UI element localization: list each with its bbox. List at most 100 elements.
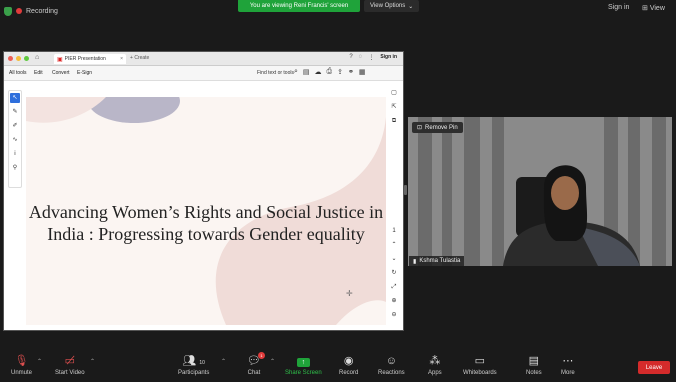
help-icon[interactable]: ? [349,54,352,61]
video-options-chevron-icon[interactable]: ⌃ [90,358,95,365]
reactions-label: Reactions [378,370,405,376]
leave-button[interactable]: Leave [638,361,670,374]
apps-grid-icon[interactable]: ⋮ [368,54,374,61]
fit-page-icon[interactable]: ⤢ [389,282,399,292]
app-menu-bar: All tools Edit Convert E-Sign Find text … [4,66,403,81]
grid-icon: ⊞ [642,5,648,12]
bell-icon[interactable]: ◌ [359,54,363,61]
microphone-muted-icon: 🎙︎ [14,355,29,367]
share-icon[interactable]: ⇪ [337,68,343,76]
draw-tool-icon[interactable]: ∿ [10,135,20,145]
share-panel-icon[interactable]: ⇱ [389,102,399,112]
participants-button[interactable]: 👥︎ 10 Participants [178,355,209,376]
view-button[interactable]: ⊞ View [642,4,665,12]
page-down-icon[interactable]: ⌄ [389,254,399,264]
browser-actions: ? ◌ ⋮ Sign in [349,54,397,61]
apps-label: Apps [428,370,442,376]
whiteboards-label: Whiteboards [463,370,497,376]
recording-label: Recording [26,7,58,15]
menu-all-tools[interactable]: All tools [9,70,27,76]
comment-tool-icon[interactable]: ✎ [10,107,20,117]
link-icon[interactable]: ⚭ [348,68,354,76]
participant-video[interactable] [408,117,672,266]
create-label: Create [134,55,150,61]
whiteboard-icon: ▭ [474,355,486,367]
apps-icon: ⁂ [429,355,441,367]
page-number-icon[interactable]: 1 [389,226,399,236]
more-label: More [561,370,575,376]
audio-options-chevron-icon[interactable]: ⌃ [37,358,42,365]
recording-indicator[interactable]: Recording [4,4,58,18]
zoom-out-icon[interactable]: ⊖ [389,310,399,320]
view-options-button[interactable]: View Options ⌄ [364,0,420,12]
menu-edit[interactable]: Edit [34,70,43,76]
record-icon: ◉ [343,355,354,367]
chat-icon: 💬︎ 1 [247,352,265,367]
chat-label: Chat [247,370,261,376]
reactions-button[interactable]: ☺ Reactions [378,355,405,376]
create-tab-button[interactable]: + Create [130,55,149,61]
whiteboards-button[interactable]: ▭ Whiteboards [463,355,497,376]
pdf-icon: ▣ [57,56,63,63]
cursor-icon: ✛ [346,289,353,298]
browser-sign-in[interactable]: Sign in [380,54,397,61]
menu-convert[interactable]: Convert [52,70,70,76]
notes-button[interactable]: ▤ Notes [526,355,542,376]
page-up-icon[interactable]: ⌃ [389,240,399,250]
more-button[interactable]: ⋯ More [561,355,575,376]
chevron-down-icon: ⌄ [408,3,414,10]
recording-dot-icon [16,8,22,14]
menu-esign[interactable]: E-Sign [77,70,92,76]
slide-title: Advancing Women’s Rights and Social Just… [28,202,384,244]
sign-in-button[interactable]: Sign in [608,4,629,11]
find-text-field[interactable]: Find text or tools [257,70,294,76]
rotate-icon[interactable]: ↻ [389,268,399,278]
participants-icon: 👥︎ 10 [182,355,205,367]
right-tool-panel: ▢ ⇱ ⧉ 1 ⌃ ⌄ ↻ ⤢ ⊕ ⊖ [387,82,401,328]
search-icon[interactable]: ⌕ [294,68,298,76]
signal-bars-icon: ▮ [413,258,417,265]
record-button[interactable]: ◉ Record [339,355,358,376]
view-label: View [649,5,665,12]
print-icon[interactable]: ⎙ [327,68,333,76]
record-label: Record [339,370,359,376]
shield-icon [4,6,12,16]
chat-badge: 1 [257,352,265,359]
tab-title: PIER Presentation [64,56,106,62]
remove-pin-label: Remove Pin [425,124,458,131]
select-tool-icon[interactable]: ↖ [10,93,20,103]
unmute-button[interactable]: 🎙︎ Unmute [11,355,32,376]
remove-pin-button[interactable]: ⊡ Remove Pin [412,122,463,133]
tab-pier-presentation[interactable]: ▣ PIER Presentation × [54,54,126,64]
chat-button[interactable]: 💬︎ 1 Chat [247,352,265,376]
copy-panel-icon[interactable]: ⧉ [389,116,399,126]
viewing-screen-banner: You are viewing Reni Francis' screen [238,0,360,12]
share-screen-button[interactable]: ↑ Share Screen [285,355,322,376]
video-off-icon: ▭̸ [64,355,75,367]
zoom-in-icon[interactable]: ⊕ [389,296,399,306]
text-tool-icon[interactable]: Ꭵ [10,149,20,159]
start-video-button[interactable]: ▭̸ Start Video [55,355,85,376]
shared-screen: ⌂ ▣ PIER Presentation × + Create ? ◌ ⋮ S… [3,51,404,331]
panel-resize-handle[interactable] [404,185,407,195]
apps-button[interactable]: ⁂ Apps [428,355,442,376]
highlight-tool-icon[interactable]: ✐ [10,121,20,131]
share-screen-icon: ↑ [296,355,310,367]
close-window-icon[interactable] [8,56,13,61]
participants-chevron-icon[interactable]: ⌃ [221,358,226,365]
more-menu-icon[interactable]: ▦ [359,68,366,76]
save-icon[interactable]: ▤ [303,68,310,76]
participants-label: Participants [178,370,210,376]
browser-title-bar: ⌂ ▣ PIER Presentation × + Create ? ◌ ⋮ S… [4,52,403,66]
upload-icon[interactable]: ☁ [315,68,322,76]
chat-chevron-icon[interactable]: ⌃ [270,358,275,365]
close-tab-icon[interactable]: × [120,56,123,62]
minimize-window-icon[interactable] [16,56,21,61]
comment-panel-icon[interactable]: ▢ [389,88,399,98]
maximize-window-icon[interactable] [24,56,29,61]
stamp-tool-icon[interactable]: ⚲ [10,163,20,173]
home-icon[interactable]: ⌂ [35,54,39,61]
reactions-icon: ☺ [385,355,397,367]
video-scene [408,117,672,266]
share-screen-label: Share Screen [285,370,322,376]
